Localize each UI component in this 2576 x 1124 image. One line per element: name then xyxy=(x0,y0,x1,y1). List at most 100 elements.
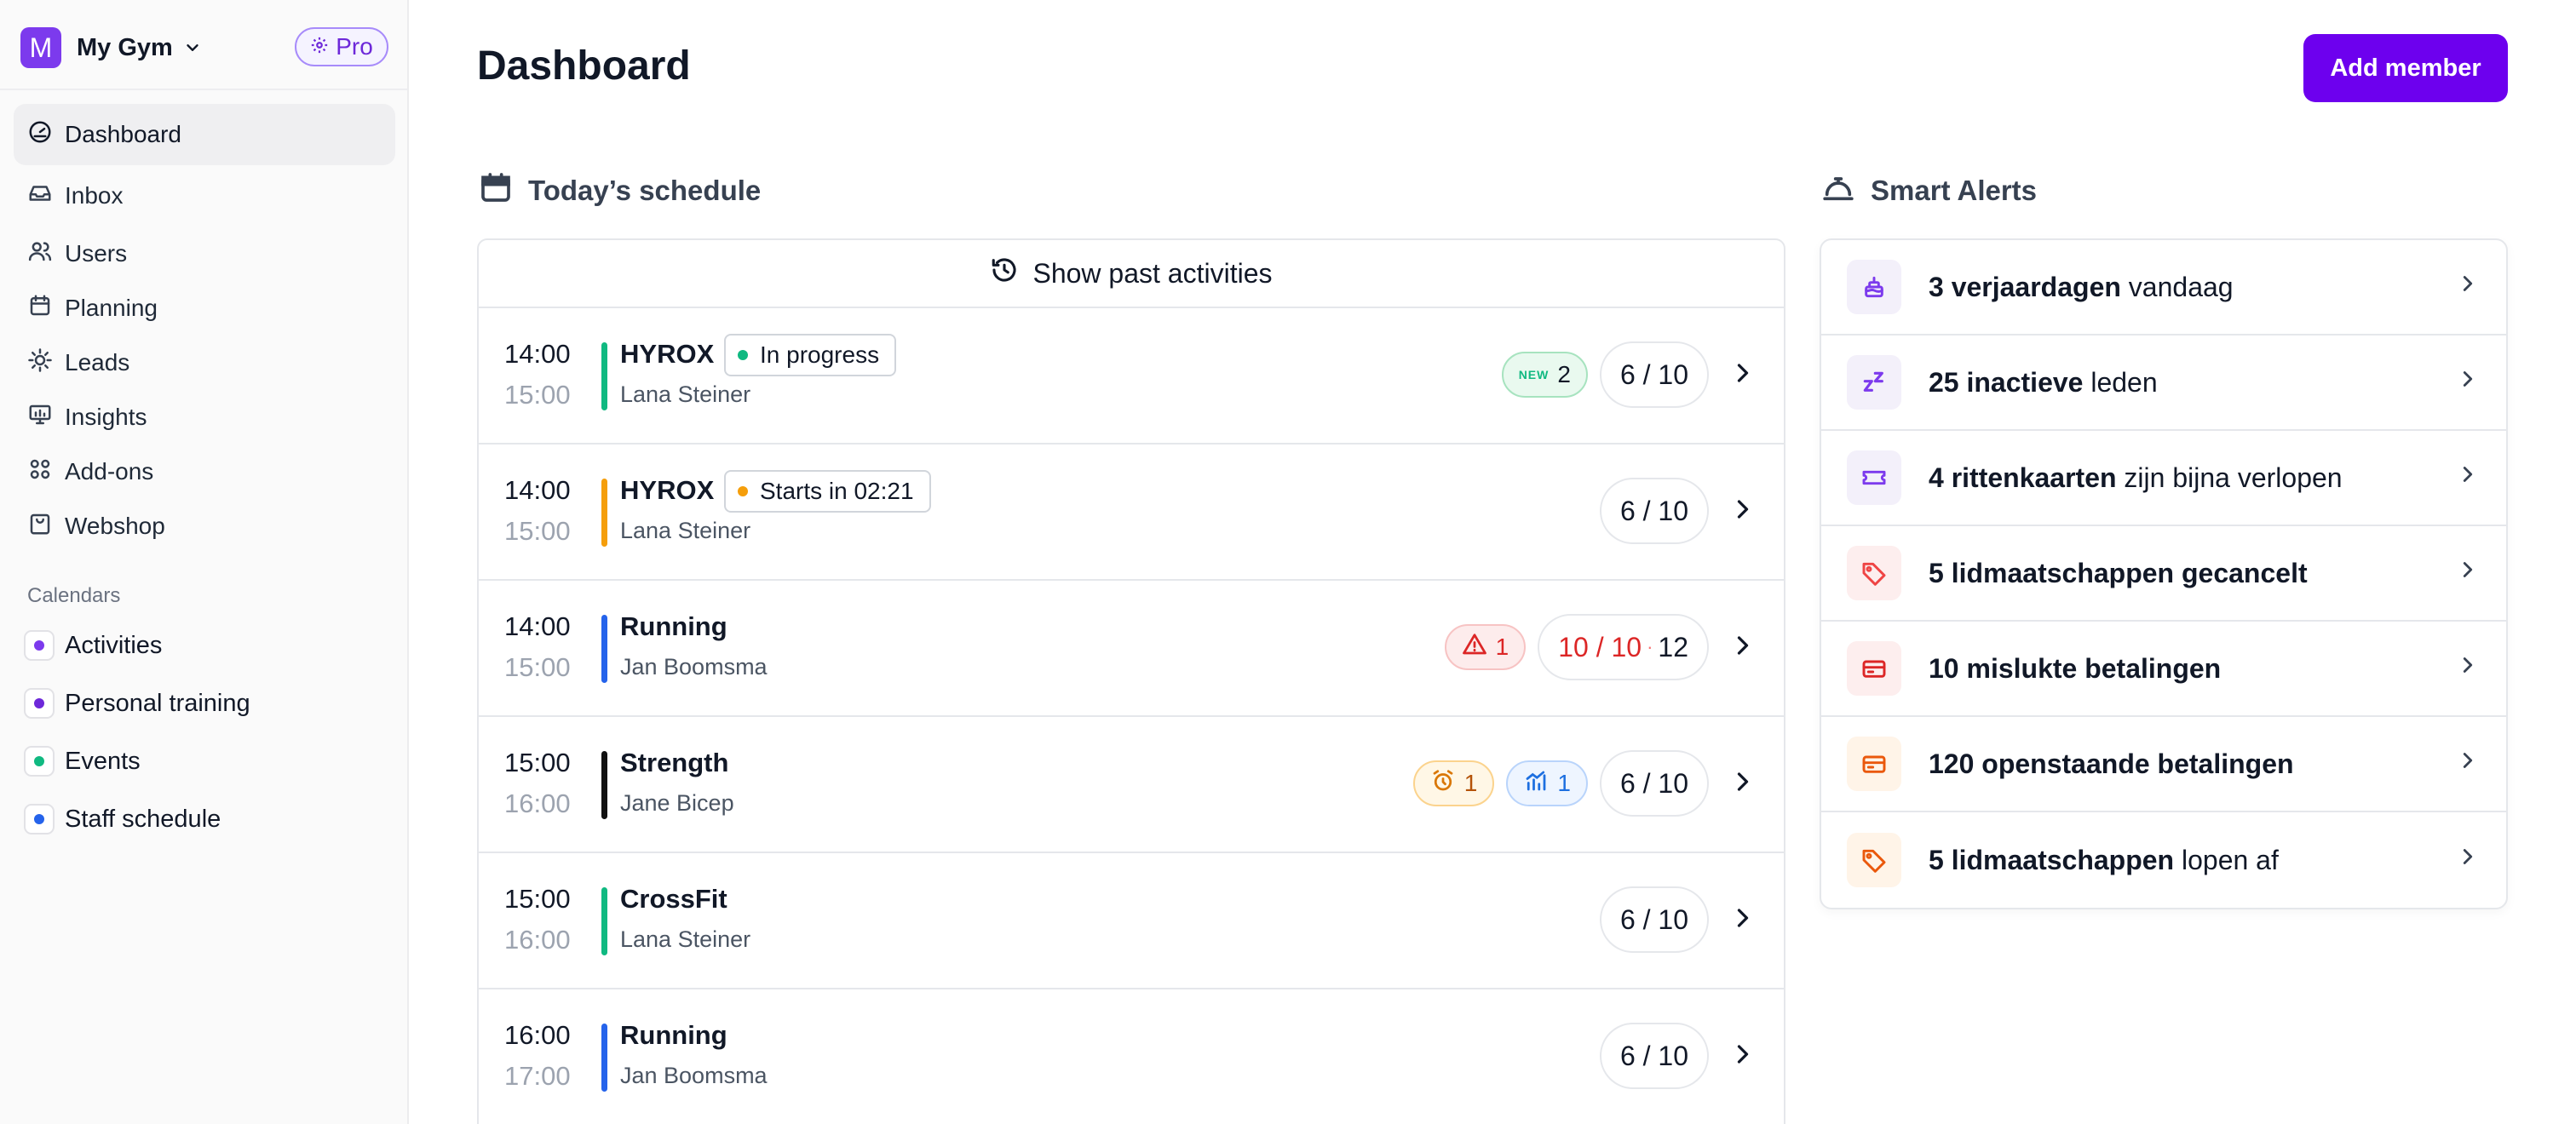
chevron-right-icon[interactable] xyxy=(1721,630,1758,665)
show-past-activities-button[interactable]: Show past activities xyxy=(479,240,1784,308)
alert-text-rest: vandaag xyxy=(2120,271,2234,302)
activity-start-time: 15:00 xyxy=(504,884,571,914)
workspace-switcher[interactable]: M My Gym xyxy=(20,27,202,68)
capacity-separator: · xyxy=(1647,636,1653,657)
activity-start-time: 14:00 xyxy=(504,475,571,505)
calendar-item-staff-schedule[interactable]: Staff schedule xyxy=(24,799,221,840)
activity-end-time: 15:00 xyxy=(504,516,571,546)
chevron-right-icon[interactable] xyxy=(1721,358,1758,393)
calendar-color-dot xyxy=(34,640,44,651)
chevron-right-icon xyxy=(2455,844,2481,876)
warning-badge[interactable]: 1 xyxy=(1444,624,1527,670)
tag-icon xyxy=(1847,546,1901,600)
sidebar-item-add-ons[interactable]: Add-ons xyxy=(14,441,395,502)
alert-text: 5 lidmaatschappen lopen af xyxy=(1929,845,2455,876)
activity-row[interactable]: 14:00 15:00 Running Jan Boomsma 1 10 / 1… xyxy=(479,581,1784,717)
badge-count: 1 xyxy=(1557,770,1571,796)
page-title: Dashboard xyxy=(477,43,691,89)
activity-row[interactable]: 15:00 16:00 Strength Jane Bicep 1 1 6 / … xyxy=(479,717,1784,853)
status-label: Starts in 02:21 xyxy=(760,478,914,504)
calendar-item-events[interactable]: Events xyxy=(24,741,141,782)
sidebar-item-label: Dashboard xyxy=(65,121,181,147)
add-member-button[interactable]: Add member xyxy=(2303,34,2508,102)
badge-count: 1 xyxy=(1495,634,1509,660)
chevron-right-icon[interactable] xyxy=(1721,903,1758,938)
alert-item[interactable]: 10 mislukte betalingen xyxy=(1821,622,2506,717)
sidebar-item-dashboard[interactable]: Dashboard xyxy=(14,104,395,165)
new-tag: NEW xyxy=(1518,368,1550,381)
schedule-section-title: Today’s schedule xyxy=(528,175,762,206)
activity-meta: 6 / 10 xyxy=(1599,1022,1758,1090)
badge-count: 2 xyxy=(1557,361,1571,387)
alert-text-bold: 3 verjaardagen xyxy=(1929,271,2121,302)
calendar-icon xyxy=(27,293,53,324)
activity-coach: Lana Steiner xyxy=(620,381,751,407)
calendar-item-activities[interactable]: Activities xyxy=(24,625,162,666)
chevron-right-icon[interactable] xyxy=(1721,494,1758,529)
activity-row[interactable]: 14:00 15:00 HYROX In progress Lana Stein… xyxy=(479,308,1784,444)
calendar-item-label: Personal training xyxy=(65,689,250,717)
show-past-activities-label: Show past activities xyxy=(1032,257,1273,289)
activity-start-time: 15:00 xyxy=(504,748,571,777)
sidebar-item-users[interactable]: Users xyxy=(14,223,395,284)
activity-coach: Jan Boomsma xyxy=(620,654,768,680)
calendar-checkbox[interactable] xyxy=(24,688,55,719)
activity-row[interactable]: 16:00 17:00 Running Jan Boomsma 6 / 10 xyxy=(479,989,1784,1124)
chevron-right-icon xyxy=(2455,557,2481,589)
target-icon xyxy=(27,347,53,379)
sidebar-item-label: Add-ons xyxy=(65,458,154,485)
alert-text-rest: zijn bijna verlopen xyxy=(2116,462,2343,493)
activity-end-time: 15:00 xyxy=(504,652,571,682)
capacity-pill: 6 / 10 xyxy=(1599,750,1709,817)
activity-name: HYROX xyxy=(620,475,715,505)
calendar-item-label: Events xyxy=(65,747,141,775)
activity-meta: 1 10 / 10 · 12 xyxy=(1444,613,1758,681)
calendar-checkbox[interactable] xyxy=(24,804,55,834)
alert-item[interactable]: 25 inactieve leden xyxy=(1821,335,2506,431)
grid-icon xyxy=(27,456,53,488)
calendar-item-personal-training[interactable]: Personal training xyxy=(24,683,250,724)
badge-count: 1 xyxy=(1463,770,1478,796)
schedule-section-header: Today’s schedule xyxy=(479,170,761,211)
sidebar-item-label: Users xyxy=(65,240,128,267)
chevron-right-icon[interactable] xyxy=(1721,766,1758,801)
workspace-logo: M xyxy=(20,27,61,68)
calendar-color-dot xyxy=(34,814,44,824)
calendar-color-dot xyxy=(34,756,44,766)
alert-item[interactable]: 5 lidmaatschappen gecancelt xyxy=(1821,526,2506,622)
sidebar-item-webshop[interactable]: Webshop xyxy=(14,496,395,557)
sidebar-item-label: Inbox xyxy=(65,182,124,209)
alert-item[interactable]: 5 lidmaatschappen lopen af xyxy=(1821,812,2506,908)
activity-meta: NEW 2 6 / 10 xyxy=(1501,341,1758,409)
activity-row[interactable]: 14:00 15:00 HYROX Starts in 02:21 Lana S… xyxy=(479,444,1784,581)
sleep-icon xyxy=(1847,355,1901,410)
alert-item[interactable]: 4 rittenkaarten zijn bijna verlopen xyxy=(1821,431,2506,526)
level-badge[interactable]: 1 xyxy=(1506,760,1588,806)
ticket-icon xyxy=(1847,450,1901,505)
capacity-value: 6 / 10 xyxy=(1619,358,1688,390)
sidebar-item-planning[interactable]: Planning xyxy=(14,278,395,339)
alarm-badge[interactable]: 1 xyxy=(1412,760,1495,806)
users-icon xyxy=(27,238,53,270)
chevron-right-icon xyxy=(2455,462,2481,494)
calendar-checkbox[interactable] xyxy=(24,746,55,777)
capacity-pill: 10 / 10 · 12 xyxy=(1538,614,1709,680)
activity-coach: Jane Bicep xyxy=(620,790,734,816)
capacity-pill: 6 / 10 xyxy=(1599,341,1709,408)
alert-text-bold: 25 inactieve xyxy=(1929,366,2084,398)
sidebar-item-inbox[interactable]: Inbox xyxy=(14,165,395,227)
activity-row[interactable]: 15:00 16:00 CrossFit Lana Steiner 6 / 10 xyxy=(479,853,1784,989)
calendar-checkbox[interactable] xyxy=(24,630,55,661)
gear-icon xyxy=(310,33,329,60)
chevron-right-icon[interactable] xyxy=(1721,1039,1758,1074)
alert-text: 25 inactieve leden xyxy=(1929,367,2455,399)
alert-item[interactable]: 120 openstaande betalingen xyxy=(1821,717,2506,812)
alert-item[interactable]: 3 verjaardagen vandaag xyxy=(1821,240,2506,335)
sidebar-item-leads[interactable]: Leads xyxy=(14,332,395,393)
warning-icon xyxy=(1462,632,1487,663)
sidebar-item-insights[interactable]: Insights xyxy=(14,387,395,448)
new-members-badge[interactable]: NEW 2 xyxy=(1501,352,1588,398)
alert-text-bold: 120 openstaande betalingen xyxy=(1929,748,2294,779)
plan-badge[interactable]: Pro xyxy=(295,27,388,66)
status-dot xyxy=(738,350,748,360)
